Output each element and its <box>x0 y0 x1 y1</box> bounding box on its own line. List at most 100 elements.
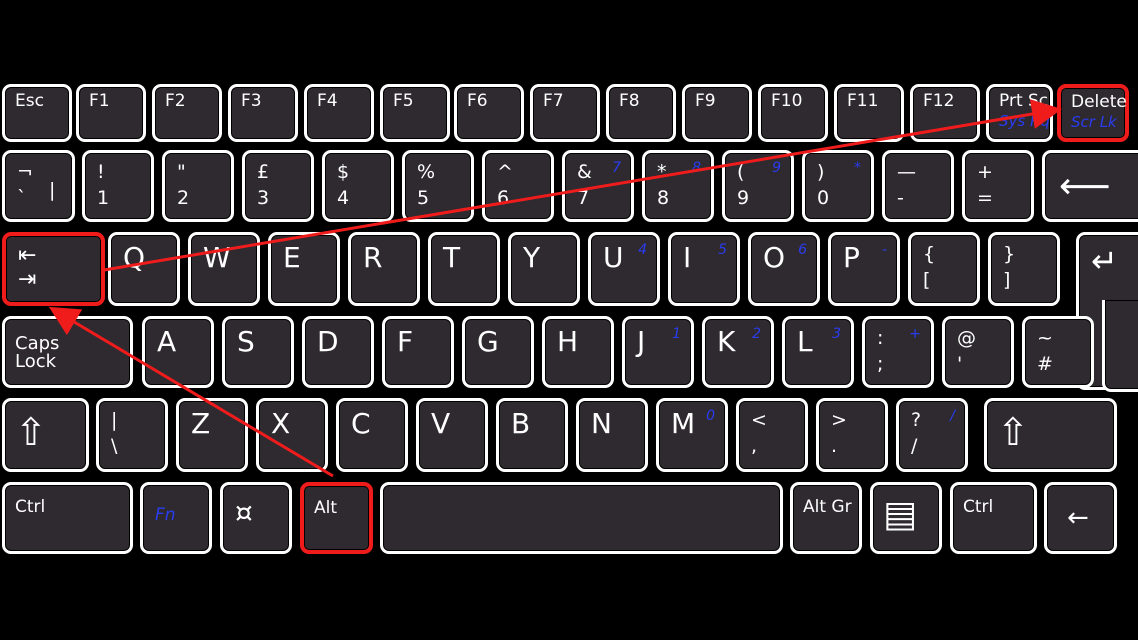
key-backspace[interactable]: ⟵ <box>1042 150 1138 222</box>
key-u[interactable]: U4 <box>588 232 660 306</box>
key-m[interactable]: M0 <box>656 398 728 472</box>
key-f5[interactable]: F5 <box>380 84 450 142</box>
key-f9[interactable]: F9 <box>682 84 752 142</box>
key-comma[interactable]: <, <box>736 398 808 472</box>
key-6[interactable]: ^ 6 <box>482 150 554 222</box>
key-letter: B <box>511 407 531 440</box>
key-backtick[interactable]: ¬ ` | <box>2 150 75 222</box>
key-backslash[interactable]: | \ <box>96 398 168 472</box>
key-prtsc[interactable]: Prt Sc Sys Rq <box>986 84 1053 142</box>
key-f7[interactable]: F7 <box>530 84 600 142</box>
key-s[interactable]: S <box>222 316 294 388</box>
key-8[interactable]: * 8 8 <box>642 150 714 222</box>
key-rshift[interactable]: ⇧ <box>984 398 1117 472</box>
key-b[interactable]: B <box>496 398 568 472</box>
key-menu[interactable]: ▤ <box>870 482 942 554</box>
key-f6[interactable]: F6 <box>454 84 524 142</box>
key-v[interactable]: V <box>416 398 488 472</box>
key-enter-lower[interactable] <box>1102 300 1138 392</box>
key-4[interactable]: $4 <box>322 150 394 222</box>
key-minus[interactable]: — - <box>882 150 954 222</box>
key-f8[interactable]: F8 <box>606 84 676 142</box>
key-lbracket[interactable]: {[ <box>908 232 980 306</box>
key-rbracket[interactable]: }] <box>988 232 1060 306</box>
key-0[interactable]: ) 0 * <box>802 150 874 222</box>
key-f12[interactable]: F12 <box>910 84 980 142</box>
key-q[interactable]: Q <box>108 232 180 306</box>
key-letter: W <box>203 241 231 274</box>
key-altgr[interactable]: Alt Gr <box>790 482 862 554</box>
key-space[interactable] <box>380 482 783 554</box>
key-letter: S <box>237 325 255 358</box>
key-f4[interactable]: F4 <box>304 84 374 142</box>
key-fn[interactable]: Fn <box>140 482 212 554</box>
key-a[interactable]: A <box>142 316 214 388</box>
key-letter: O <box>763 241 786 274</box>
key-hash[interactable]: ~ # <box>1022 316 1094 388</box>
key-lctrl[interactable]: Ctrl <box>2 482 133 554</box>
key-f11[interactable]: F11 <box>834 84 904 142</box>
key-capslock[interactable]: Caps Lock <box>2 316 133 388</box>
key-base-symbol: 5 <box>417 187 430 209</box>
key-9[interactable]: (9 9 <box>722 150 794 222</box>
key-letter: G <box>477 325 499 358</box>
key-numpad-label: 1 <box>672 326 681 342</box>
key-slash[interactable]: ? / / <box>896 398 968 472</box>
key-base-symbol: [ <box>923 269 931 291</box>
key-r[interactable]: R <box>348 232 420 306</box>
key-rctrl[interactable]: Ctrl <box>950 482 1037 554</box>
key-left[interactable]: ← <box>1044 482 1117 554</box>
key-alt[interactable]: Alt <box>300 482 373 554</box>
key-x[interactable]: X <box>256 398 328 472</box>
key-lshift[interactable]: ⇧ <box>2 398 89 472</box>
key-7[interactable]: & 7 7 <box>562 150 634 222</box>
key-letter: M <box>671 407 696 440</box>
key-f[interactable]: F <box>382 316 454 388</box>
key-equals[interactable]: + = <box>962 150 1034 222</box>
key-l[interactable]: L3 <box>782 316 854 388</box>
key-base-symbol: ' <box>957 353 963 375</box>
key-t[interactable]: T <box>428 232 500 306</box>
key-3[interactable]: £3 <box>242 150 314 222</box>
key-1[interactable]: ! 1 <box>82 150 154 222</box>
key-5[interactable]: % 5 <box>402 150 474 222</box>
key-h[interactable]: H <box>542 316 614 388</box>
key-f3[interactable]: F3 <box>228 84 298 142</box>
key-numpad-label: 9 <box>772 160 781 176</box>
key-shift-symbol: + <box>977 161 993 183</box>
key-label: F2 <box>165 91 186 111</box>
key-letter: V <box>431 407 451 440</box>
key-j[interactable]: J1 <box>622 316 694 388</box>
key-f1[interactable]: F1 <box>76 84 146 142</box>
key-k[interactable]: K2 <box>702 316 774 388</box>
key-shift-symbol: ^ <box>497 161 513 183</box>
key-tab[interactable]: ⇤ ⇥ <box>2 232 105 306</box>
key-win[interactable]: ¤ <box>220 482 292 554</box>
key-f10[interactable]: F10 <box>758 84 828 142</box>
key-base-symbol: \ <box>111 435 118 457</box>
key-y[interactable]: Y <box>508 232 580 306</box>
key-i[interactable]: I5 <box>668 232 740 306</box>
key-f2[interactable]: F2 <box>152 84 222 142</box>
key-shift-symbol: £ <box>257 161 270 183</box>
key-g[interactable]: G <box>462 316 534 388</box>
key-label: F6 <box>467 91 488 111</box>
key-w[interactable]: W <box>188 232 260 306</box>
key-quote[interactable]: @ ' <box>942 316 1014 388</box>
key-numpad-label: 6 <box>798 242 807 258</box>
key-numpad-label: 3 <box>832 326 841 342</box>
key-letter: R <box>363 241 383 274</box>
key-esc[interactable]: Esc <box>2 84 72 142</box>
key-semicolon[interactable]: :; + <box>862 316 934 388</box>
key-delete[interactable]: Delete Scr Lk <box>1057 84 1129 142</box>
key-z[interactable]: Z <box>176 398 248 472</box>
key-n[interactable]: N <box>576 398 648 472</box>
key-o[interactable]: O6 <box>748 232 820 306</box>
key-e[interactable]: E <box>268 232 340 306</box>
key-d[interactable]: D <box>302 316 374 388</box>
key-2[interactable]: " 2 <box>162 150 234 222</box>
key-c[interactable]: C <box>336 398 408 472</box>
key-label: F12 <box>923 91 955 111</box>
key-period[interactable]: >. <box>816 398 888 472</box>
key-p[interactable]: P- <box>828 232 900 306</box>
